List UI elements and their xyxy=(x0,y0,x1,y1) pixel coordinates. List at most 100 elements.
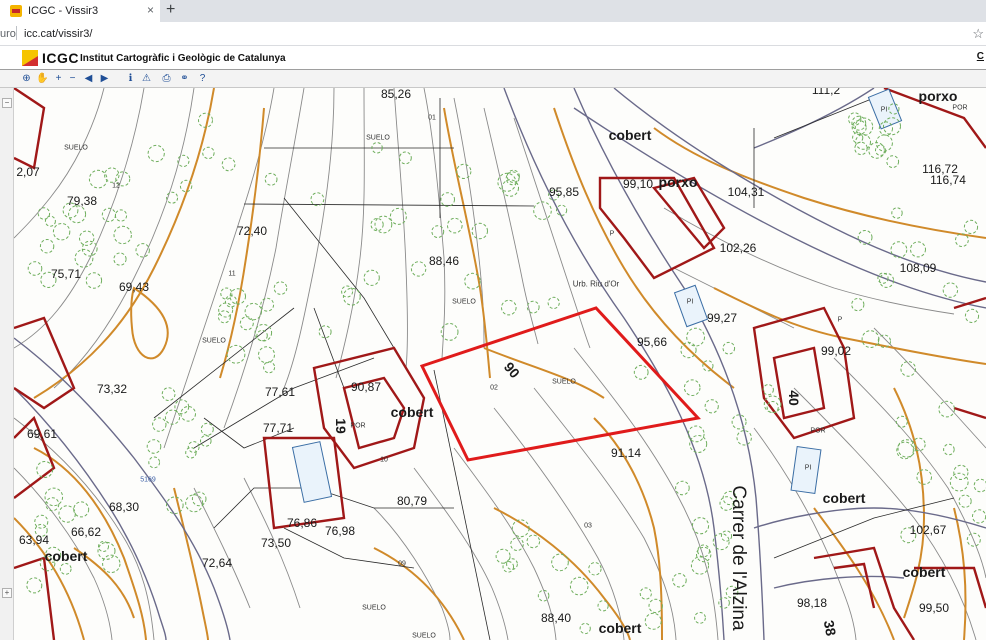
tree-mark xyxy=(672,573,687,588)
tree-mark xyxy=(686,327,705,347)
suelo-label: SUELO xyxy=(64,144,88,152)
cadastral-map[interactable]: 85,26 95,85 99,10 104,31 116,72 116,74 2… xyxy=(14,88,986,640)
tree-mark xyxy=(910,241,926,258)
tree-mark xyxy=(895,415,908,428)
tree-mark xyxy=(146,439,162,454)
cadastre-code-label: 5169 xyxy=(140,476,156,484)
tree-mark xyxy=(731,414,747,430)
header-right-link[interactable]: C xyxy=(977,51,984,62)
tree-mark xyxy=(851,120,867,135)
pi-label: PI xyxy=(804,464,812,472)
elevation-label: 99,50 xyxy=(918,601,950,615)
thin-contours xyxy=(14,88,986,640)
previous-view-icon[interactable]: ◀ xyxy=(82,72,95,85)
tree-mark xyxy=(949,472,969,492)
tree-mark xyxy=(891,207,903,219)
alert-icon[interactable]: ⚠ xyxy=(140,72,153,85)
next-view-icon[interactable]: ▶ xyxy=(98,72,111,85)
tree-mark xyxy=(59,563,72,575)
parcel-code-label: 01 xyxy=(428,114,436,122)
tree-mark xyxy=(52,223,71,241)
elevation-label: 69,43 xyxy=(118,280,150,294)
elevation-label: 2,07 xyxy=(16,165,40,179)
link-icon[interactable]: ⚭ xyxy=(178,72,191,85)
tree-mark xyxy=(722,341,736,355)
elevation-label: 91,14 xyxy=(610,446,642,460)
tree-mark xyxy=(258,346,275,364)
por-label: POR xyxy=(810,427,826,435)
zoom-strip-minus-button[interactable]: − xyxy=(2,98,12,108)
tree-mark xyxy=(161,387,176,402)
tree-mark xyxy=(273,281,288,295)
elevation-label: 80,79 xyxy=(396,494,428,508)
tree-mark xyxy=(177,154,190,168)
tree-mark xyxy=(187,441,200,453)
suelo-label: SUELO xyxy=(552,378,576,386)
url-text[interactable]: icc.cat/vissir3/ xyxy=(24,28,92,40)
tree-mark xyxy=(44,215,56,227)
bookmark-star-icon[interactable]: ☆ xyxy=(972,26,984,42)
porxo-label: porxo xyxy=(918,88,958,104)
tree-mark xyxy=(506,558,518,571)
suelo-label: SUELO xyxy=(412,632,436,640)
new-tab-button[interactable]: + xyxy=(166,1,175,19)
elevation-label: 72,40 xyxy=(236,224,268,238)
tree-mark xyxy=(579,622,591,635)
zoom-in-icon[interactable]: + xyxy=(52,72,65,85)
elevation-label: 98,18 xyxy=(796,596,828,610)
tree-mark xyxy=(953,464,969,480)
tree-mark xyxy=(179,179,193,193)
tree-mark xyxy=(551,553,569,572)
elevation-label: 79,38 xyxy=(66,194,98,208)
tree-mark xyxy=(964,308,980,323)
tree-mark xyxy=(973,478,986,493)
browser-tab[interactable]: ICGC - Vissir3 × xyxy=(0,0,160,22)
zoom-full-icon[interactable]: ⊕ xyxy=(20,72,33,85)
tree-mark xyxy=(456,163,472,180)
zoom-out-icon[interactable]: − xyxy=(66,72,79,85)
tree-mark xyxy=(363,269,380,286)
tree-mark xyxy=(318,325,332,339)
map-toolbar: ⊕ ✋ + − ◀ ▶ ℹ ⚠ ⎙ ⚭ ? xyxy=(0,70,986,88)
pan-hand-icon[interactable]: ✋ xyxy=(36,72,49,85)
tree-mark xyxy=(45,497,60,512)
elevation-label: 95,66 xyxy=(636,335,668,349)
pi-label: PI xyxy=(686,298,694,306)
help-icon[interactable]: ? xyxy=(196,72,209,85)
cobert-label: cobert xyxy=(822,490,866,506)
tree-mark xyxy=(85,272,103,289)
suelo-label: SUELO xyxy=(366,134,390,142)
tree-mark xyxy=(526,534,541,549)
address-bar[interactable]: uro icc.cat/vissir3/ ☆ xyxy=(0,22,986,46)
tree-mark xyxy=(886,155,900,168)
close-tab-icon[interactable]: × xyxy=(147,3,154,17)
tree-mark xyxy=(148,456,161,469)
tree-mark xyxy=(916,469,933,485)
elevation-label: 76,86 xyxy=(286,516,318,530)
tree-mark xyxy=(644,612,662,630)
elevation-label: 75,71 xyxy=(50,267,82,281)
tab-bar: ICGC - Vissir3 × + xyxy=(0,0,986,22)
tree-mark xyxy=(495,548,511,564)
icgc-logo-icon xyxy=(22,50,38,66)
tree-mark xyxy=(68,205,87,224)
tree-mark xyxy=(102,554,121,573)
tree-mark xyxy=(114,209,128,222)
tree-mark xyxy=(218,302,234,318)
elevation-label: 116,74 xyxy=(930,173,966,187)
tree-mark xyxy=(762,384,774,396)
address-separator xyxy=(16,26,17,40)
tree-mark xyxy=(697,544,710,558)
tree-mark xyxy=(310,192,325,207)
elevation-label: 73,32 xyxy=(96,382,128,396)
tree-mark xyxy=(639,587,652,600)
print-icon[interactable]: ⎙ xyxy=(160,72,173,85)
info-icon[interactable]: ℹ xyxy=(124,72,137,85)
tree-mark xyxy=(471,222,488,240)
zoom-strip-plus-button[interactable]: + xyxy=(2,588,12,598)
app-header: ICGC Institut Cartogràfic i Geològic de … xyxy=(0,46,986,70)
tree-mark xyxy=(938,400,956,418)
tab-title: ICGC - Vissir3 xyxy=(28,5,99,17)
parcel-code-label: 11 xyxy=(228,270,236,278)
elevation-label: 99,27 xyxy=(706,311,738,325)
